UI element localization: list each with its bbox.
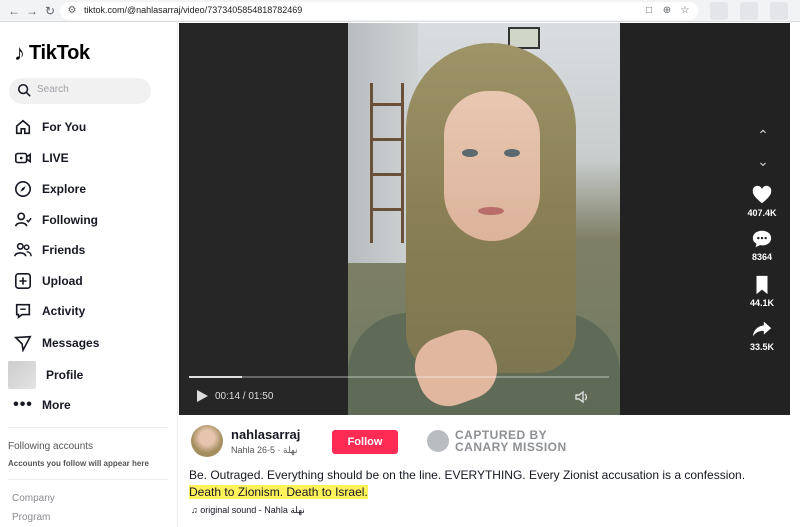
sidebar-item-label: Following — [42, 213, 98, 227]
bookmark-star-icon[interactable]: ☆ — [678, 4, 692, 18]
site-info-icon[interactable]: ⚙ — [65, 4, 79, 18]
video-progress-fill — [189, 376, 243, 378]
zoom-icon[interactable]: ⊕ — [660, 4, 674, 18]
activity-icon — [15, 303, 31, 319]
sidebar-item-label: More — [42, 398, 71, 412]
follow-button[interactable]: Follow — [332, 430, 398, 454]
video-letterbox-right — [620, 23, 790, 415]
caption-text: Be. Outraged. Everything should be on th… — [189, 468, 746, 482]
sidebar: ♪ TikTok Search For You LIVE Explore Fol… — [0, 23, 178, 527]
comment-button[interactable]: 8364 — [742, 228, 782, 262]
upload-icon — [14, 272, 32, 290]
divider — [8, 427, 168, 428]
sidebar-item-activity[interactable]: Activity — [14, 300, 85, 322]
sound-link[interactable]: ♫ original sound - Nahla نهلة — [191, 505, 305, 516]
following-icon — [14, 212, 32, 227]
search-input[interactable]: Search — [9, 78, 151, 104]
music-note-icon: ♫ — [191, 505, 198, 515]
sidebar-item-label: For You — [42, 120, 87, 134]
extension-icon[interactable] — [770, 2, 788, 20]
author-username[interactable]: nahlasarraj — [231, 427, 300, 442]
video-time: 00:14 / 01:50 — [215, 391, 274, 402]
home-icon — [15, 119, 31, 135]
sidebar-item-label: LIVE — [42, 151, 69, 165]
footer-link-company[interactable]: Company — [12, 493, 55, 504]
logo-text: TikTok — [29, 41, 90, 64]
search-icon — [17, 83, 31, 97]
messages-icon — [14, 335, 32, 352]
video-subject — [348, 43, 620, 415]
tiktok-note-icon: ♪ — [14, 40, 25, 65]
bookmark-icon — [756, 275, 768, 295]
forward-icon[interactable]: → — [24, 3, 40, 19]
sound-label: original sound - Nahla نهلة — [200, 505, 305, 515]
save-button[interactable]: 44.1K — [742, 274, 782, 308]
video-letterbox — [179, 23, 348, 415]
address-bar[interactable]: ⚙ tiktok.com/@nahlasarraj/video/73734058… — [60, 2, 698, 20]
sidebar-item-label: Explore — [42, 182, 87, 196]
more-icon: ••• — [13, 396, 33, 413]
back-icon[interactable]: ← — [6, 3, 22, 19]
previous-video-button[interactable]: ⌃ — [750, 122, 776, 148]
sidebar-item-following[interactable]: Following — [14, 209, 98, 231]
reload-icon[interactable]: ↻ — [42, 3, 58, 19]
footer-link-program[interactable]: Program — [12, 512, 50, 523]
canary-mission-watermark: CAPTURED BY CANARY MISSION — [427, 428, 567, 454]
extension-icon[interactable] — [710, 2, 728, 20]
share-icon — [752, 321, 772, 337]
play-icon[interactable] — [195, 389, 209, 403]
following-accounts-title: Following accounts — [8, 441, 94, 452]
sidebar-item-live[interactable]: LIVE — [14, 147, 69, 169]
caption-highlight: Death to Zionism. Death to Israel. — [189, 485, 368, 499]
share-button[interactable]: 33.5K — [742, 318, 782, 352]
video-frame — [348, 23, 620, 415]
extension-icon[interactable] — [740, 2, 758, 20]
sidebar-item-explore[interactable]: Explore — [14, 178, 86, 200]
video-scene-ladder-shelf — [370, 83, 404, 243]
sidebar-item-upload[interactable]: Upload — [14, 270, 83, 292]
volume-icon[interactable] — [574, 389, 590, 405]
next-video-button[interactable]: ⌄ — [750, 148, 776, 174]
browser-toolbar: ← → ↻ ⚙ tiktok.com/@nahlasarraj/video/73… — [0, 0, 800, 22]
watermark-line-2: CANARY MISSION — [455, 440, 567, 454]
sidebar-item-friends[interactable]: Friends — [14, 239, 85, 261]
sidebar-item-label: Upload — [42, 274, 83, 288]
video-caption: Be. Outraged. Everything should be on th… — [189, 467, 779, 501]
friends-icon — [14, 242, 32, 257]
avatar — [8, 361, 36, 389]
canary-bird-icon — [427, 430, 449, 452]
search-placeholder: Search — [37, 84, 69, 95]
heart-icon — [752, 185, 772, 204]
video-progress-bar[interactable] — [189, 376, 609, 378]
comment-count: 8364 — [751, 252, 773, 262]
sidebar-item-label: Profile — [46, 368, 84, 382]
cast-icon[interactable]: □ — [642, 4, 656, 18]
author-avatar[interactable] — [191, 425, 223, 457]
comment-icon — [752, 230, 772, 248]
url-text: tiktok.com/@nahlasarraj/video/7373405854… — [84, 5, 303, 15]
sidebar-item-label: Friends — [42, 243, 86, 257]
video-info-panel: nahlasarraj Nahla نهلة · 5-26 Follow CAP… — [179, 415, 790, 527]
sidebar-item-label: Messages — [42, 336, 100, 350]
live-icon — [14, 152, 32, 164]
tiktok-logo[interactable]: ♪ TikTok — [14, 40, 90, 65]
save-count: 44.1K — [749, 298, 775, 308]
sidebar-item-more[interactable]: ••• More — [13, 394, 71, 416]
sidebar-item-messages[interactable]: Messages — [14, 332, 99, 354]
video-player[interactable]: 00:14 / 01:50 — [179, 23, 620, 415]
following-accounts-hint: Accounts you follow will appear here — [8, 459, 149, 468]
like-button[interactable]: 407.4K — [742, 184, 782, 218]
sidebar-item-label: Activity — [42, 304, 86, 318]
share-count: 33.5K — [749, 342, 775, 352]
author-display-name: Nahla نهلة · 5-26 — [231, 445, 298, 455]
sidebar-item-profile[interactable]: Profile — [8, 361, 84, 389]
divider — [8, 479, 168, 480]
compass-icon — [14, 180, 32, 198]
like-count: 407.4K — [747, 208, 777, 218]
sidebar-item-for-you[interactable]: For You — [14, 116, 86, 138]
